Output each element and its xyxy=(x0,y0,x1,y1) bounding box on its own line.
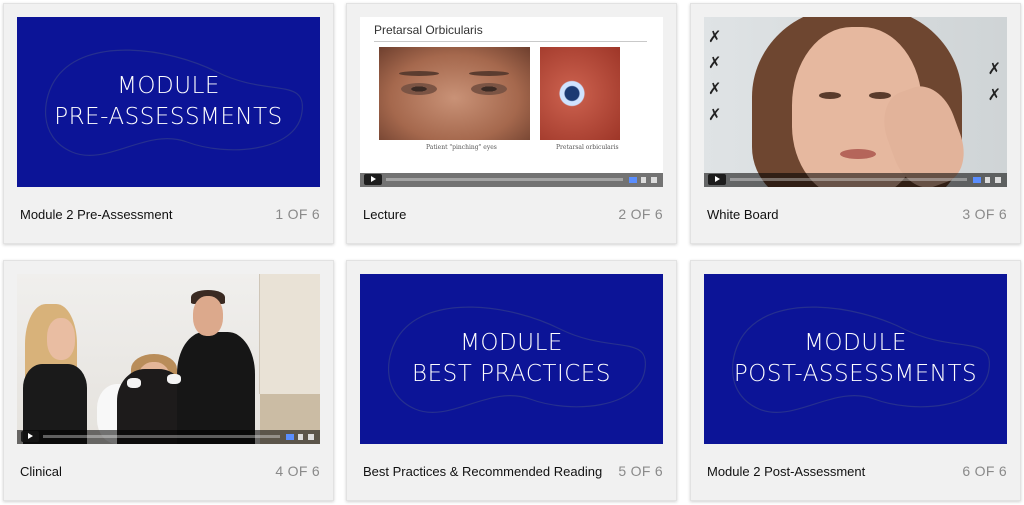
module-card-clinical[interactable]: Clinical 4 OF 6 xyxy=(3,260,334,501)
thumbnail-title-line-2: POST-ASSESSMENTS xyxy=(733,361,978,387)
slide-caption-right: Pretarsal orbicularis xyxy=(556,144,619,151)
module-card-white-board[interactable]: ✗ ✗ ✗ ✗ ✗ ✗ White Board 3 OF 6 xyxy=(690,3,1021,244)
eye-shape xyxy=(401,83,437,95)
glove-shape xyxy=(167,374,181,384)
video-controls[interactable] xyxy=(704,173,1007,187)
module-thumbnail[interactable]: MODULE POST-ASSESSMENTS xyxy=(704,274,1007,444)
thumbnail-title-line-1: MODULE xyxy=(804,330,907,356)
thumbnail-title-line-2: PRE-ASSESSMENTS xyxy=(54,104,283,130)
video-progress-track[interactable] xyxy=(386,178,623,181)
nurse-face xyxy=(47,318,75,360)
brow-shape xyxy=(399,71,439,76)
thumbnail-title-line-1: MODULE xyxy=(117,73,220,99)
card-counter: 1 OF 6 xyxy=(275,206,320,222)
video-settings-icons[interactable] xyxy=(286,434,316,440)
thumbnail-title: MODULE PRE-ASSESSMENTS xyxy=(17,71,320,133)
thumbnail-title: MODULE BEST PRACTICES xyxy=(360,328,663,390)
video-controls[interactable] xyxy=(17,430,320,444)
video-settings-icons[interactable] xyxy=(629,177,659,183)
card-counter: 4 OF 6 xyxy=(275,463,320,479)
video-controls[interactable] xyxy=(360,173,663,187)
eye-shape xyxy=(819,92,841,99)
video-progress-track[interactable] xyxy=(43,435,280,438)
play-icon[interactable] xyxy=(364,174,382,185)
whiteboard-marks: ✗ ✗ xyxy=(987,61,1001,104)
thumbnail-title: MODULE POST-ASSESSMENTS xyxy=(704,328,1007,390)
card-caption[interactable]: Clinical xyxy=(20,464,62,479)
anatomy-illustration xyxy=(540,47,620,140)
slide-caption-left: Patient "pinching" eyes xyxy=(426,144,497,151)
video-settings-icons[interactable] xyxy=(973,177,1003,183)
card-caption[interactable]: Module 2 Post-Assessment xyxy=(707,464,865,479)
whiteboard-marks: ✗ ✗ ✗ ✗ xyxy=(708,29,722,124)
module-card-pre-assessment[interactable]: MODULE PRE-ASSESSMENTS Module 2 Pre-Asse… xyxy=(3,3,334,244)
slide-title: Pretarsal Orbicularis xyxy=(374,23,483,37)
card-caption[interactable]: Lecture xyxy=(363,207,406,222)
card-caption[interactable]: Module 2 Pre-Assessment xyxy=(20,207,172,222)
eye-shape xyxy=(869,92,891,99)
clinic-wall xyxy=(259,274,320,394)
patient-eyes-photo xyxy=(379,47,530,140)
module-card-best-practices[interactable]: MODULE BEST PRACTICES Best Practices & R… xyxy=(346,260,677,501)
lips-shape xyxy=(840,149,876,159)
video-player[interactable]: Pretarsal Orbicularis Patient "pinching"… xyxy=(360,17,663,187)
play-icon[interactable] xyxy=(21,431,39,442)
eye-shape xyxy=(471,83,507,95)
doctor-face xyxy=(193,296,223,336)
module-thumbnail[interactable]: MODULE PRE-ASSESSMENTS xyxy=(17,17,320,187)
brow-shape xyxy=(469,71,509,76)
video-progress-track[interactable] xyxy=(730,178,967,181)
video-player[interactable]: ✗ ✗ ✗ ✗ ✗ ✗ xyxy=(704,17,1007,187)
module-thumbnail[interactable]: MODULE BEST PRACTICES xyxy=(360,274,663,444)
thumbnail-title-line-2: BEST PRACTICES xyxy=(412,361,611,387)
card-counter: 3 OF 6 xyxy=(962,206,1007,222)
play-icon[interactable] xyxy=(708,174,726,185)
card-caption[interactable]: Best Practices & Recommended Reading xyxy=(363,464,602,479)
thumbnail-title-line-1: MODULE xyxy=(460,330,563,356)
doctor-figure xyxy=(177,332,255,444)
card-counter: 2 OF 6 xyxy=(618,206,663,222)
card-counter: 5 OF 6 xyxy=(618,463,663,479)
module-card-post-assessment[interactable]: MODULE POST-ASSESSMENTS Module 2 Post-As… xyxy=(690,260,1021,501)
card-counter: 6 OF 6 xyxy=(962,463,1007,479)
glove-shape xyxy=(127,378,141,388)
module-card-lecture[interactable]: Pretarsal Orbicularis Patient "pinching"… xyxy=(346,3,677,244)
slide-divider xyxy=(374,41,647,42)
card-caption[interactable]: White Board xyxy=(707,207,779,222)
video-player[interactable] xyxy=(17,274,320,444)
